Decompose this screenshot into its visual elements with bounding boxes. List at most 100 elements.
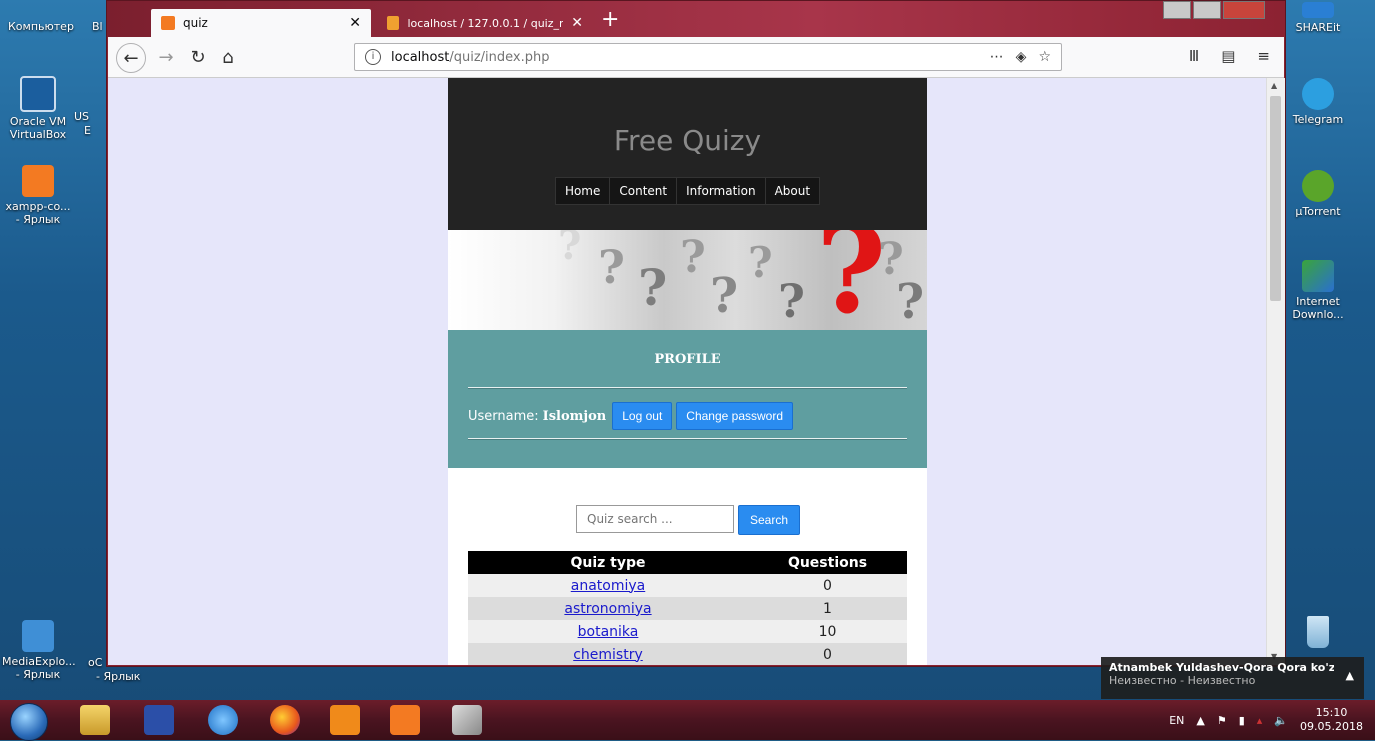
recycle-bin-icon xyxy=(1307,616,1329,648)
desktop-icon-mediaexplorer[interactable]: MediaExplo... - Ярлык xyxy=(2,620,76,681)
chevron-up-icon[interactable]: ▲ xyxy=(1346,669,1354,682)
quiz-type-link[interactable]: anatomiya xyxy=(571,578,645,594)
bookmark-star-icon[interactable]: ☆ xyxy=(1038,49,1051,65)
desktop-icon-telegram[interactable]: Telegram xyxy=(1282,78,1354,126)
media-notification[interactable]: Atnambek Yuldashev-Qora Qora ko'zim... Н… xyxy=(1101,657,1364,699)
site-header: Free Quizy Home Content Information Abou… xyxy=(448,78,927,230)
mediaexplorer-icon xyxy=(22,620,54,652)
menu-item-information[interactable]: Information xyxy=(677,178,766,204)
virtualbox-icon xyxy=(20,76,56,112)
tab-phpmyadmin[interactable]: localhost / 127.0.0.1 / quiz_reso ✕ xyxy=(377,9,593,37)
back-arrow-icon[interactable]: ← xyxy=(116,43,146,73)
column-header-quiz-type: Quiz type xyxy=(468,551,748,574)
file-explorer-icon[interactable] xyxy=(80,705,110,735)
clock-date: 09.05.2018 xyxy=(1300,720,1363,733)
table-header-row: Quiz type Questions xyxy=(468,551,907,574)
telegram-icon xyxy=(1302,78,1334,110)
scroll-up-icon[interactable]: ▲ xyxy=(1271,81,1277,90)
logout-button[interactable]: Log out xyxy=(612,402,673,430)
browser-window: quiz ✕ localhost / 127.0.0.1 / quiz_reso… xyxy=(106,0,1286,667)
search-button[interactable]: Search xyxy=(738,505,801,535)
desktop-icon-label: Oracle VM VirtualBox xyxy=(9,115,67,141)
paint-app-icon[interactable] xyxy=(452,705,482,735)
question-count: 1 xyxy=(748,597,907,620)
profile-heading: PROFILE xyxy=(654,352,721,367)
uc-browser-icon[interactable] xyxy=(330,705,360,735)
url-host: localhost xyxy=(391,49,450,65)
clock-time: 15:10 xyxy=(1315,706,1348,719)
new-tab-icon[interactable]: + xyxy=(601,7,619,32)
internet-download-manager-icon xyxy=(1302,260,1334,292)
desktop-icon-utorrent[interactable]: µTorrent xyxy=(1282,170,1354,218)
home-icon[interactable]: ⌂ xyxy=(214,43,242,71)
main-menu: Home Content Information About xyxy=(554,177,821,205)
desktop-icon-recycle-bin[interactable] xyxy=(1282,616,1354,651)
desktop-label-fragment[interactable]: oC xyxy=(88,656,102,669)
tray-expand-icon[interactable]: ▲ xyxy=(1196,714,1204,727)
reload-icon[interactable]: ↻ xyxy=(184,43,212,71)
search-row: Search xyxy=(576,505,801,535)
quiz-type-link[interactable]: astronomiya xyxy=(564,601,651,617)
desktop-icon-label: MediaExplo... - Ярлык xyxy=(2,655,76,681)
desktop-label-fragment[interactable]: - Ярлык xyxy=(96,670,140,683)
navigation-bar: ← → ↻ ⌂ i localhost/quiz/index.php ⋯ ◈ ☆… xyxy=(108,37,1284,78)
menu-item-content[interactable]: Content xyxy=(610,178,678,204)
quiz-type-link[interactable]: botanika xyxy=(578,624,639,640)
library-icon[interactable]: Ⅲ xyxy=(1189,47,1199,65)
sidebar-icon[interactable]: ▤ xyxy=(1221,47,1235,65)
desktop-label-computer[interactable]: Компьютер xyxy=(8,20,74,33)
close-tab-icon[interactable]: ✕ xyxy=(349,15,361,31)
close-window-icon[interactable] xyxy=(1223,1,1265,19)
phpmyadmin-favicon-icon xyxy=(387,16,400,30)
desktop-label-fragment[interactable]: US xyxy=(74,110,89,123)
profile-panel: PROFILE Username: Islomjon Log out Chang… xyxy=(448,330,927,468)
username-value: Islomjon xyxy=(542,408,607,424)
vertical-scrollbar[interactable]: ▲ ▼ xyxy=(1266,78,1285,665)
change-password-button[interactable]: Change password xyxy=(676,402,794,430)
desktop-icon-idm[interactable]: Internet Downlo... xyxy=(1282,260,1354,321)
xampp-taskbar-icon[interactable] xyxy=(390,705,420,735)
menu-hamburger-icon[interactable]: ≡ xyxy=(1257,47,1270,65)
menu-item-home[interactable]: Home xyxy=(556,178,611,204)
desktop-icon-virtualbox[interactable]: Oracle VM VirtualBox xyxy=(2,76,74,141)
utorrent-icon xyxy=(1302,170,1334,202)
close-tab-icon[interactable]: ✕ xyxy=(571,15,583,31)
clock[interactable]: 15:10 09.05.2018 xyxy=(1300,706,1363,734)
info-icon[interactable]: i xyxy=(365,49,381,65)
internet-explorer-icon[interactable] xyxy=(208,705,238,735)
menu-item-about[interactable]: About xyxy=(766,178,819,204)
tab-title: quiz xyxy=(183,16,208,30)
quiz-search-input[interactable] xyxy=(576,505,734,533)
quiz-type-link[interactable]: chemistry xyxy=(573,647,643,663)
desktop-icon-label: Telegram xyxy=(1292,113,1344,126)
site-title: Free Quizy xyxy=(613,124,762,157)
save-disk-app-icon[interactable] xyxy=(144,705,174,735)
desktop-icon-shareit[interactable]: SHAREit xyxy=(1282,2,1354,34)
signal-icon[interactable]: ▴ xyxy=(1257,714,1263,727)
volume-icon[interactable]: 🔈 xyxy=(1274,714,1288,727)
table-row: chemistry 0 xyxy=(468,643,907,665)
desktop-icon-label: µTorrent xyxy=(1295,205,1341,218)
scrollbar-thumb[interactable] xyxy=(1270,96,1281,301)
page-actions-icon[interactable]: ⋯ xyxy=(990,49,1004,65)
desktop-label-fragment[interactable]: E xyxy=(84,124,91,137)
start-button-icon[interactable] xyxy=(10,703,48,741)
system-tray: EN ▲ ⚑ ▮ ▴ 🔈 15:10 09.05.2018 xyxy=(1169,700,1363,740)
url-bar[interactable]: i localhost/quiz/index.php ⋯ ◈ ☆ xyxy=(354,43,1062,71)
maximize-icon[interactable] xyxy=(1193,1,1221,19)
window-controls xyxy=(1163,1,1265,19)
pocket-icon[interactable]: ◈ xyxy=(1016,49,1027,65)
forward-arrow-icon[interactable]: → xyxy=(152,43,180,71)
question-count: 0 xyxy=(748,574,907,597)
desktop-icon-label: xampp-co... - Ярлык xyxy=(5,200,71,226)
desktop-label-fragment[interactable]: Bl xyxy=(92,20,103,33)
notification-title: Atnambek Yuldashev-Qora Qora ko'zim... xyxy=(1109,661,1334,674)
action-center-flag-icon[interactable]: ⚑ xyxy=(1217,714,1227,727)
firefox-icon[interactable] xyxy=(270,705,300,735)
question-count: 10 xyxy=(748,620,907,643)
minimize-icon[interactable] xyxy=(1163,1,1191,19)
desktop-icon-xampp[interactable]: xampp-co... - Ярлык xyxy=(2,165,74,226)
language-indicator[interactable]: EN xyxy=(1169,714,1184,727)
tab-quiz[interactable]: quiz ✕ xyxy=(151,9,371,37)
network-icon[interactable]: ▮ xyxy=(1239,714,1245,727)
